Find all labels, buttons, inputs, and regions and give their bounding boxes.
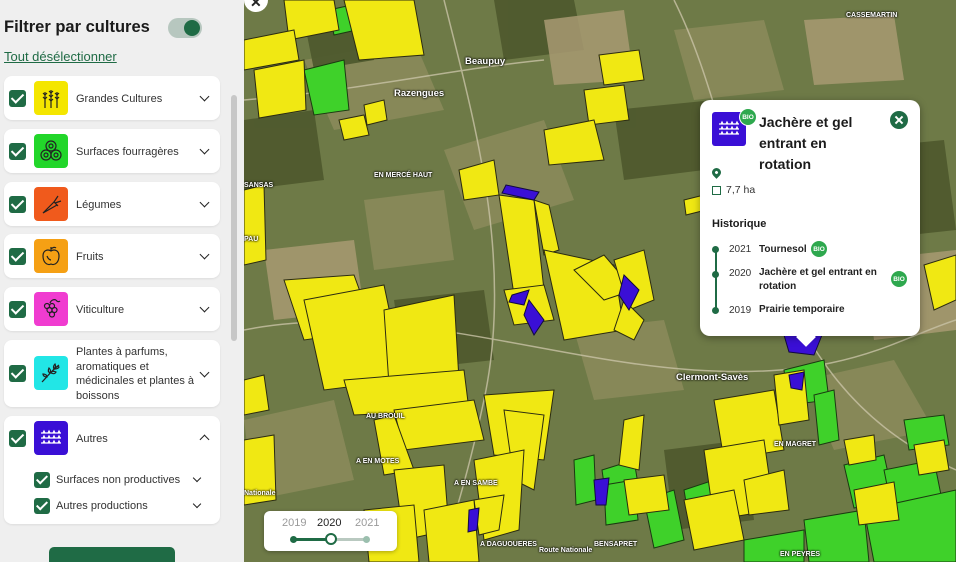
place-label: A EN MOTES	[356, 458, 400, 465]
category-fruits[interactable]: Fruits	[4, 234, 220, 278]
timeline-dot	[712, 271, 719, 278]
history-year: 2019	[729, 305, 752, 316]
place-label: Nationale	[244, 490, 276, 497]
slider-handle[interactable]	[325, 533, 337, 545]
place-label: A DAGUOUERES	[480, 541, 537, 548]
category-checkbox[interactable]	[9, 143, 26, 160]
chevron-down-icon[interactable]	[199, 197, 210, 208]
year-slider[interactable]: 2019 2020 2021	[264, 511, 397, 551]
map-view[interactable]: Beaupuy Razengues EN MERCÉ HAUT SANSAS A…	[244, 0, 956, 562]
slider-stop[interactable]	[290, 536, 297, 543]
place-label: A EN SAMBE	[454, 480, 498, 487]
category-label: Viticulture	[76, 304, 125, 316]
parcel-popup: BIO Jachère et gel entrant en rotation 7…	[700, 100, 920, 347]
category-checkbox[interactable]	[9, 430, 26, 447]
year-option[interactable]: 2019	[282, 517, 306, 529]
apply-button[interactable]	[49, 547, 175, 562]
category-legumes[interactable]: Légumes	[4, 182, 220, 226]
sub-category-label: Surfaces non productives	[56, 474, 181, 486]
close-icon[interactable]: ✕	[250, 0, 262, 11]
category-viticulture[interactable]: Viticulture	[4, 287, 220, 331]
category-label: Plantes à parfums, aromatiques et médici…	[76, 346, 195, 402]
place-label: AU BROUIL	[366, 413, 405, 420]
filter-sidebar: Filtrer par cultures Tout désélectionner…	[0, 0, 244, 562]
chevron-down-icon[interactable]	[199, 367, 210, 378]
toggle-knob	[184, 20, 200, 36]
chevron-down-icon[interactable]	[192, 499, 202, 509]
history-crop: Jachère et gel entrant en rotation	[759, 267, 877, 292]
chevron-down-icon[interactable]	[199, 249, 210, 260]
history-year: 2021	[729, 244, 752, 255]
category-surfaces-fourrageres[interactable]: Surfaces fourragères	[4, 129, 220, 173]
bio-badge: BIO	[890, 270, 908, 288]
sidebar-header: Filtrer par cultures	[4, 18, 240, 42]
chevron-down-icon[interactable]	[199, 144, 210, 155]
crop-rows-icon	[34, 421, 68, 455]
slider-stop[interactable]	[363, 536, 370, 543]
area-icon	[712, 186, 721, 195]
sub-category-checkbox[interactable]	[34, 472, 50, 488]
category-grandes-cultures[interactable]: Grandes Cultures	[4, 76, 220, 120]
category-label: Autres	[76, 433, 108, 445]
parcel-area: 7,7 ha	[726, 184, 756, 196]
chevron-down-icon[interactable]	[199, 302, 210, 313]
year-option-selected[interactable]: 2020	[317, 517, 341, 529]
sub-category-label: Autres productions	[56, 500, 148, 512]
carrot-icon	[34, 187, 68, 221]
place-label: Razengues	[394, 88, 445, 99]
place-label: EN MAGRET	[774, 441, 816, 448]
place-label: Route Nationale	[539, 547, 593, 554]
place-label: CASSEMARTIN	[846, 12, 898, 19]
chevron-down-icon[interactable]	[192, 473, 202, 483]
chevron-down-icon[interactable]	[199, 91, 210, 102]
history-crop: Tournesol	[759, 244, 807, 255]
place-label: Beaupuy	[465, 56, 506, 67]
timeline-dot	[712, 307, 719, 314]
place-label: PAU	[244, 236, 259, 243]
place-label: BENSAPRET	[594, 541, 638, 548]
timeline-dot	[712, 246, 719, 253]
history-year: 2020	[729, 268, 752, 279]
sidebar-title: Filtrer par cultures	[4, 18, 150, 36]
popup-title: Jachère et gel entrant en rotation	[759, 114, 853, 172]
category-checkbox[interactable]	[9, 196, 26, 213]
bio-badge: BIO	[739, 108, 757, 126]
history-title: Historique	[712, 218, 767, 230]
wheat-icon	[34, 81, 68, 115]
bio-badge: BIO	[810, 240, 828, 258]
category-plantes-parfums[interactable]: Plantes à parfums, aromatiques et médici…	[4, 340, 220, 407]
place-label: SANSAS	[244, 182, 274, 189]
category-checkbox[interactable]	[9, 90, 26, 107]
category-checkbox[interactable]	[9, 301, 26, 318]
category-checkbox[interactable]	[9, 248, 26, 265]
timeline-line	[715, 250, 717, 310]
category-label: Surfaces fourragères	[76, 146, 179, 158]
deselect-all-link[interactable]: Tout désélectionner	[4, 49, 117, 64]
place-label: Clermont-Savès	[676, 372, 749, 383]
place-label: EN PEYRES	[780, 551, 821, 558]
sub-category-checkbox[interactable]	[34, 498, 50, 514]
hay-bales-icon	[34, 134, 68, 168]
grapes-icon	[34, 292, 68, 326]
popup-close-button[interactable]	[890, 111, 908, 129]
category-label: Légumes	[76, 199, 122, 211]
location-pin-icon	[710, 166, 723, 179]
year-option[interactable]: 2021	[355, 517, 379, 529]
sidebar-scrollbar[interactable]	[231, 95, 237, 341]
place-label: EN MERCÉ HAUT	[374, 172, 433, 179]
category-checkbox[interactable]	[9, 365, 26, 382]
herb-icon	[34, 356, 68, 390]
category-label: Grandes Cultures	[76, 93, 163, 105]
apple-icon	[34, 239, 68, 273]
history-crop: Prairie temporaire	[759, 304, 845, 315]
category-label: Fruits	[76, 251, 104, 263]
filter-toggle[interactable]	[168, 18, 202, 38]
category-autres[interactable]: Autres Surfaces non productives Autres p…	[4, 416, 220, 524]
chevron-up-icon[interactable]	[199, 434, 210, 445]
